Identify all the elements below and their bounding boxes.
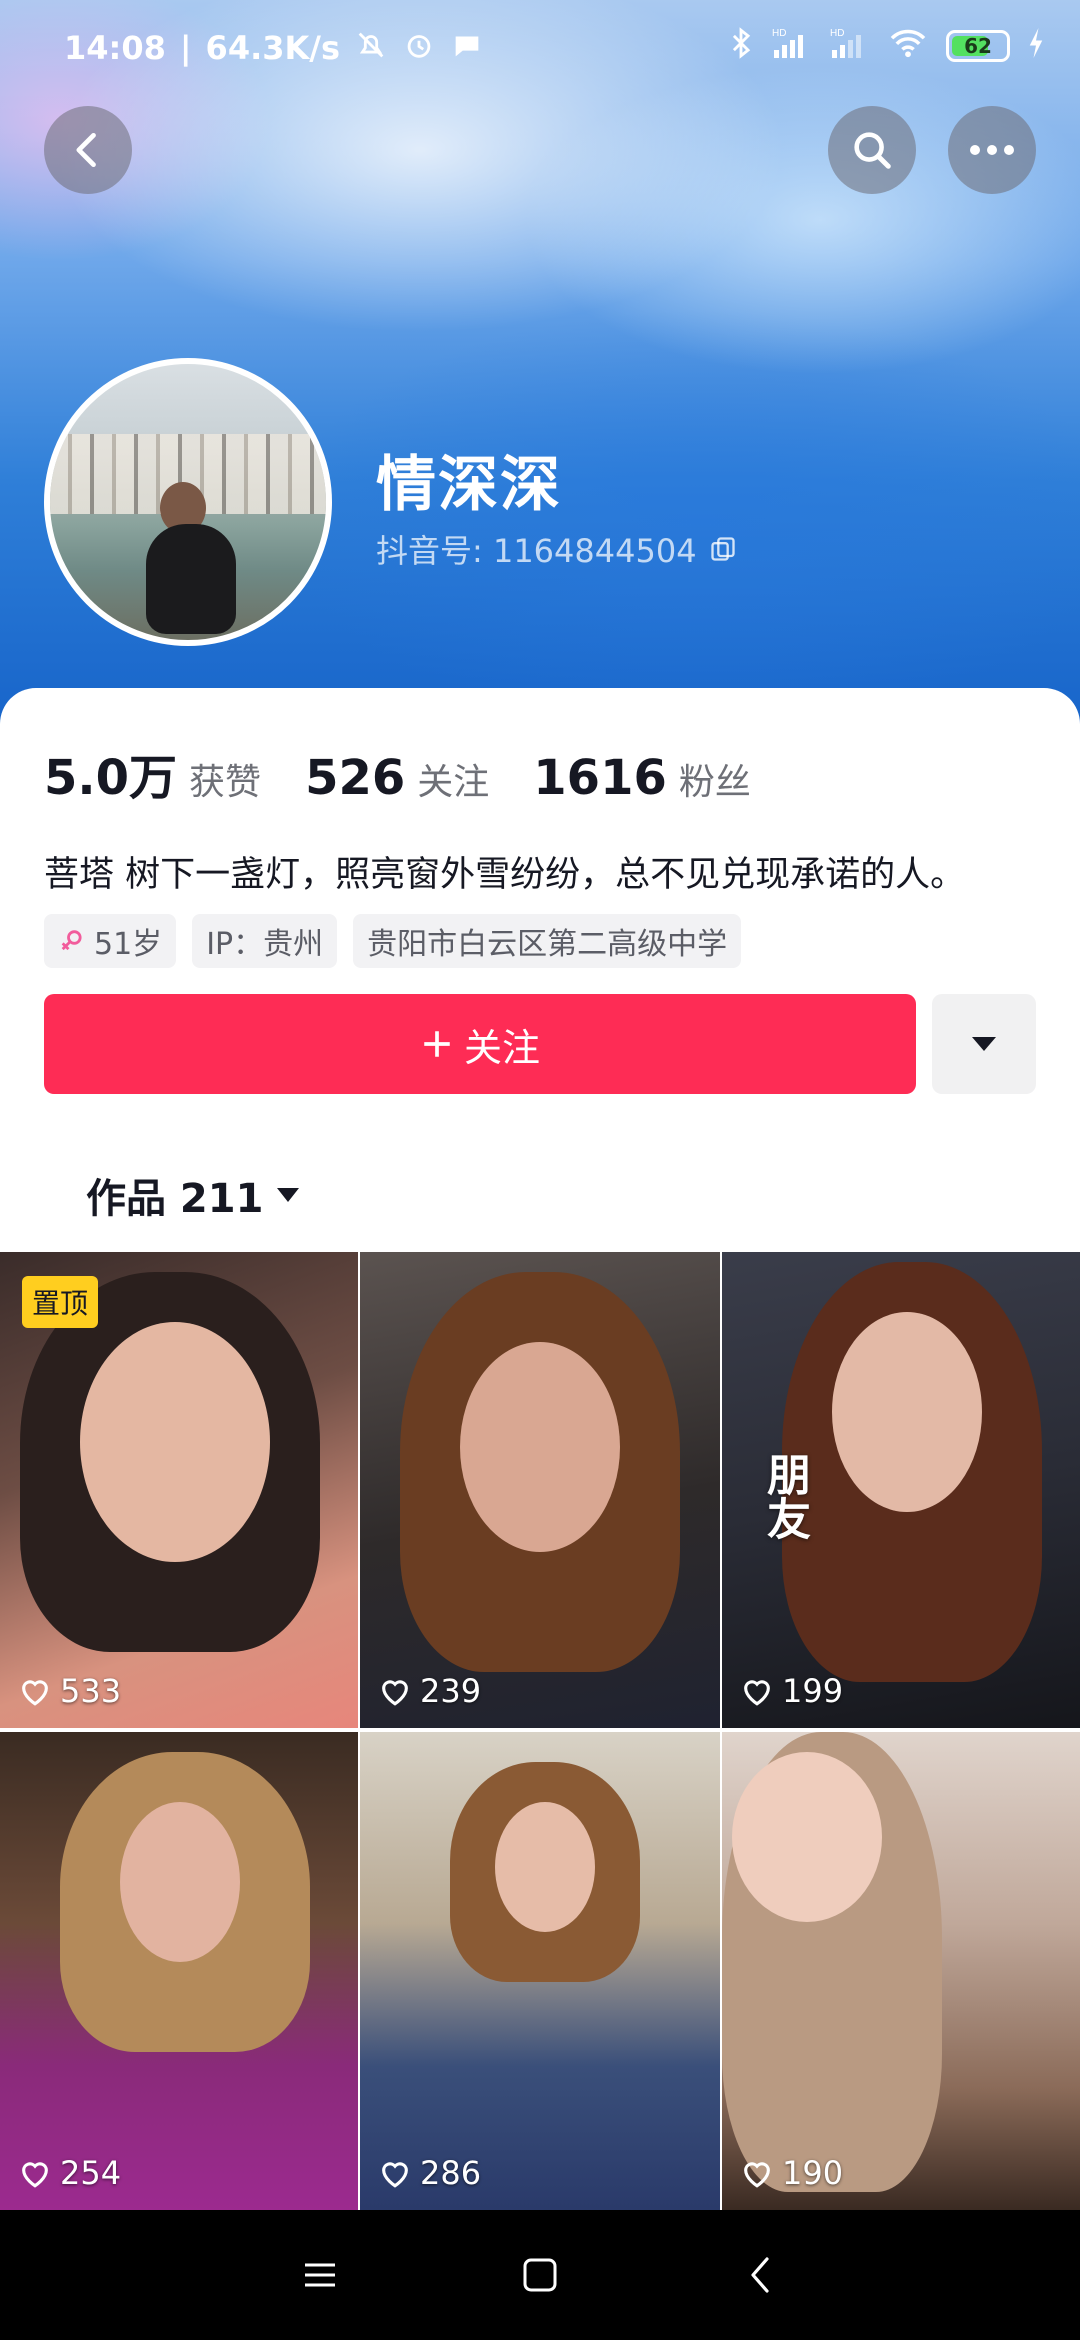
video-tile[interactable]: 朋友 199 xyxy=(722,1252,1080,1728)
douyin-id: 抖音号: 1164844504 xyxy=(376,532,697,570)
search-button[interactable] xyxy=(828,106,916,194)
video-likes: 254 xyxy=(18,2154,121,2192)
video-thumbnail-face xyxy=(495,1802,595,1932)
back-chevron-icon xyxy=(751,2257,769,2293)
status-time: 14:08 xyxy=(64,29,166,67)
stat-likes-label: 获赞 xyxy=(189,762,262,803)
status-network-speed: 64.3K/s xyxy=(205,29,341,67)
video-grid: 置顶 533 239 朋友 199 254 286 190 xyxy=(0,1252,1080,2210)
follow-button-label: 关注 xyxy=(463,1025,540,1070)
more-button[interactable] xyxy=(948,106,1036,194)
svg-text:HD: HD xyxy=(830,28,844,39)
follow-button[interactable]: 关注 xyxy=(44,994,916,1094)
battery-icon: 62 xyxy=(946,30,1010,62)
video-thumbnail-face xyxy=(732,1752,882,1922)
system-navigation-bar xyxy=(0,2210,1080,2340)
heart-icon xyxy=(744,2162,770,2188)
video-thumbnail-face xyxy=(120,1802,240,1962)
ip-tag: IP：贵州 xyxy=(192,914,338,968)
video-likes: 533 xyxy=(18,1672,121,1710)
battery-percent: 62 xyxy=(964,34,992,58)
heart-icon xyxy=(22,1680,48,1706)
more-dots-icon xyxy=(970,145,1014,155)
video-likes-count: 254 xyxy=(60,2154,122,2192)
stat-following-label: 关注 xyxy=(417,762,490,803)
charging-icon xyxy=(1028,28,1044,64)
video-likes-count: 286 xyxy=(420,2154,482,2192)
bluetooth-icon xyxy=(728,26,754,66)
stat-followers-label: 粉丝 xyxy=(678,762,751,803)
video-tile[interactable]: 190 xyxy=(722,1732,1080,2210)
heart-icon xyxy=(22,2162,48,2188)
stat-followers[interactable]: 1616 粉丝 xyxy=(533,750,751,806)
back-arrow-icon xyxy=(76,132,96,168)
profile-tags: 51岁 IP：贵州 贵阳市白云区第二高级中学 xyxy=(44,914,742,968)
svg-text:HD: HD xyxy=(772,28,786,39)
stat-following-value: 526 xyxy=(305,750,406,806)
stat-following[interactable]: 526 关注 xyxy=(305,750,489,806)
ip-text: IP：贵州 xyxy=(206,927,324,962)
female-icon xyxy=(61,930,82,951)
video-likes: 199 xyxy=(740,1672,843,1710)
video-likes: 190 xyxy=(740,2154,843,2192)
home-square-icon xyxy=(523,2258,557,2292)
stat-likes-value: 5.0万 xyxy=(44,750,178,806)
recommend-dropdown-button[interactable] xyxy=(932,994,1036,1094)
video-likes-count: 190 xyxy=(782,2154,844,2192)
works-tab-label: 作品 211 xyxy=(86,1176,264,1222)
age-text: 51岁 xyxy=(94,927,163,962)
school-tag[interactable]: 贵阳市白云区第二高级中学 xyxy=(353,914,742,968)
status-left: 14:08 | 64.3K/s xyxy=(64,28,484,68)
back-button[interactable] xyxy=(44,106,132,194)
stat-followers-value: 1616 xyxy=(533,750,667,806)
video-tile[interactable]: 239 xyxy=(360,1252,720,1728)
video-likes-count: 533 xyxy=(60,1672,122,1710)
chat-app-icon xyxy=(450,28,484,68)
heart-icon xyxy=(382,1680,408,1706)
status-separator: | xyxy=(179,29,192,67)
video-likes-count: 199 xyxy=(782,1672,844,1710)
bio-text: 菩塔 树下一盏灯，照亮窗外雪纷纷，总不见兑现承诺的人。 xyxy=(44,855,966,895)
username: 情深深 xyxy=(376,450,562,520)
video-likes: 239 xyxy=(378,1672,481,1710)
triangle-down-icon xyxy=(972,1037,996,1051)
heart-icon xyxy=(382,2162,408,2188)
status-bar: 14:08 | 64.3K/s HD HD 62 xyxy=(0,0,1080,100)
age-tag: 51岁 xyxy=(44,914,177,968)
nav-home-button[interactable] xyxy=(510,2245,570,2305)
video-tile[interactable]: 254 xyxy=(0,1732,358,2210)
copy-icon[interactable] xyxy=(709,535,737,563)
plus-icon xyxy=(424,1031,450,1057)
school-text: 贵阳市白云区第二高级中学 xyxy=(367,927,728,962)
menu-icon xyxy=(305,2263,335,2287)
nav-menu-button[interactable] xyxy=(290,2245,350,2305)
avatar[interactable] xyxy=(44,358,332,646)
stats-row: 5.0万 获赞 526 关注 1616 粉丝 xyxy=(44,738,795,808)
video-likes: 286 xyxy=(378,2154,481,2192)
heart-icon xyxy=(744,1680,770,1706)
search-icon xyxy=(854,132,891,169)
stat-likes[interactable]: 5.0万 获赞 xyxy=(44,738,261,808)
video-thumbnail-face xyxy=(832,1312,982,1512)
video-thumbnail-face xyxy=(460,1342,620,1552)
video-tile[interactable]: 286 xyxy=(360,1732,720,2210)
pinned-badge: 置顶 xyxy=(22,1276,99,1328)
mute-bell-icon xyxy=(354,28,388,68)
video-thumbnail-face xyxy=(80,1322,270,1562)
triangle-down-icon xyxy=(277,1188,300,1202)
status-right: HD HD 62 xyxy=(728,26,1044,66)
video-likes-count: 239 xyxy=(420,1672,482,1710)
avatar-person-body xyxy=(146,524,236,634)
douyin-id-row[interactable]: 抖音号: 1164844504 xyxy=(376,526,737,572)
signal-strength-icon-2: HD xyxy=(830,26,870,66)
nav-back-button[interactable] xyxy=(730,2245,790,2305)
tab-works[interactable]: 作品 211 xyxy=(86,1166,301,1224)
signal-strength-icon: HD xyxy=(772,26,812,66)
wifi-icon xyxy=(888,27,928,65)
friend-overlay-text: 朋友 xyxy=(759,1452,810,1540)
video-tile[interactable]: 置顶 533 xyxy=(0,1252,358,1728)
alarm-icon xyxy=(402,28,436,68)
